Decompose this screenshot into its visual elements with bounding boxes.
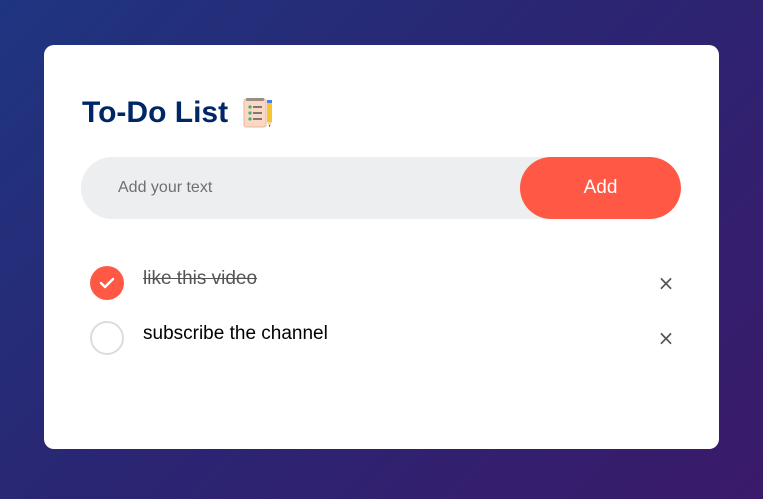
task-list: like this video × subscribe the channel … [90, 263, 680, 373]
todo-card: To-Do List Add your text Add like this v… [44, 45, 719, 449]
task-text: like this video [143, 268, 258, 289]
add-button[interactable]: Add [520, 157, 681, 219]
notepad-icon [240, 95, 276, 131]
task-input[interactable] [81, 157, 520, 219]
task-item-like-video[interactable]: like this video × [90, 263, 680, 318]
close-icon[interactable]: × [652, 269, 680, 297]
header: To-Do List [82, 93, 276, 133]
add-task-row: Add [81, 157, 681, 219]
unchecked-checkbox-icon[interactable] [90, 321, 124, 355]
checked-checkbox-icon[interactable] [90, 266, 124, 300]
task-item-subscribe[interactable]: subscribe the channel × [90, 318, 680, 373]
task-text: subscribe the channel [143, 323, 328, 344]
page-title: To-Do List [82, 96, 229, 129]
close-icon[interactable]: × [652, 324, 680, 352]
